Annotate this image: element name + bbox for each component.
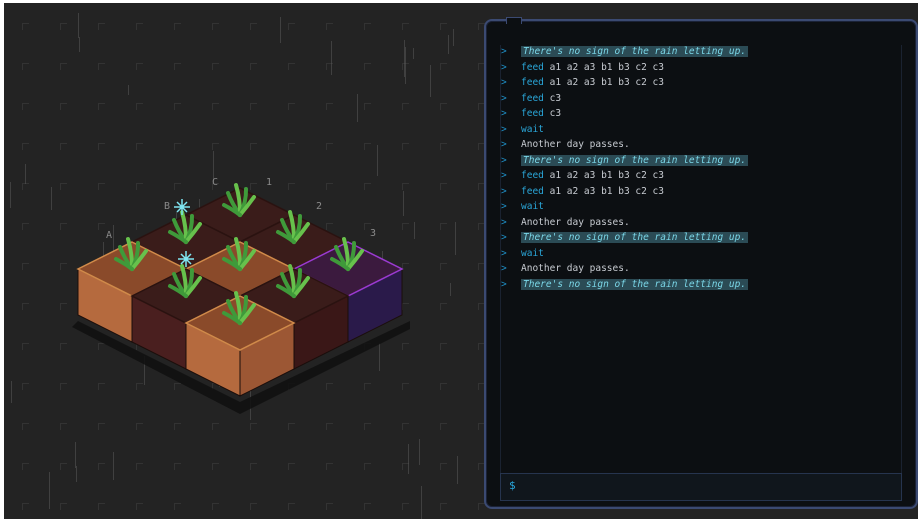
command-args: c3 xyxy=(543,108,562,119)
line-prompt-marker: > xyxy=(501,154,507,166)
line-prompt-marker: > xyxy=(501,123,507,135)
terminal-line: > There's no sign of the rain letting up. xyxy=(501,154,749,168)
command-name: wait xyxy=(521,123,544,135)
terminal-line: > feed c3 xyxy=(501,107,561,121)
line-prompt-marker: > xyxy=(501,92,507,104)
output-text: Another day passes. xyxy=(521,263,630,274)
terminal-line: > Another day passes. xyxy=(501,216,630,230)
row-label-c: C xyxy=(212,177,218,188)
terminal-line: > feed c3 xyxy=(501,92,561,106)
terminal-line: > wait xyxy=(501,123,544,137)
line-prompt-marker: > xyxy=(501,46,507,57)
line-prompt-marker: > xyxy=(501,77,507,88)
row-label-a: A xyxy=(106,230,112,241)
command-name: feed xyxy=(521,92,544,104)
col-label-3: 3 xyxy=(370,228,376,239)
line-prompt-marker: > xyxy=(501,278,507,290)
terminal-line: > There's no sign of the rain letting up. xyxy=(501,45,749,59)
command-args: a1 a2 a3 b1 b3 c2 c3 xyxy=(543,185,664,197)
command-name: feed xyxy=(521,77,544,88)
row-label-b: B xyxy=(164,201,170,212)
command-name: feed xyxy=(521,108,544,119)
terminal-line: > Another day passes. xyxy=(501,138,630,152)
terminal-line: > There's no sign of the rain letting up. xyxy=(501,278,749,292)
line-prompt-marker: > xyxy=(501,263,507,274)
output-text: Another day passes. xyxy=(521,139,630,150)
terminal-notch xyxy=(506,17,522,24)
col-label-1: 1 xyxy=(266,177,272,188)
command-input[interactable] xyxy=(523,477,907,497)
command-name: wait xyxy=(521,201,544,212)
terminal-line: > feed a1 a2 a3 b1 b3 c2 c3 xyxy=(501,61,664,75)
command-args: a1 a2 a3 b1 b3 c2 c3 xyxy=(543,61,664,73)
col-label-2: 2 xyxy=(316,201,322,212)
terminal-panel: > There's no sign of the rain letting up.… xyxy=(484,17,918,509)
input-prompt-symbol: $ xyxy=(509,479,516,492)
line-prompt-marker: > xyxy=(501,139,507,150)
output-text: Another day passes. xyxy=(521,216,630,228)
line-prompt-marker: > xyxy=(501,108,507,119)
line-prompt-marker: > xyxy=(501,170,507,181)
command-args: a1 a2 a3 b1 b3 c2 c3 xyxy=(543,170,664,181)
narration-text: There's no sign of the rain letting up. xyxy=(521,232,749,243)
terminal-input-bar[interactable]: $ xyxy=(500,473,907,501)
line-prompt-marker: > xyxy=(501,201,507,212)
narration-text: There's no sign of the rain letting up. xyxy=(521,46,749,57)
terminal-line: > wait xyxy=(501,200,544,214)
command-name: feed xyxy=(521,170,544,181)
terminal-line: > Another day passes. xyxy=(501,262,630,276)
water-sparkle-icon xyxy=(174,199,190,215)
command-name: feed xyxy=(521,185,544,197)
line-prompt-marker: > xyxy=(501,247,507,259)
terminal-line: > wait xyxy=(501,247,544,261)
line-prompt-marker: > xyxy=(501,61,507,73)
command-name: feed xyxy=(521,61,544,73)
command-args: c3 xyxy=(543,92,562,104)
terminal-line: > feed a1 a2 a3 b1 b3 c2 c3 xyxy=(501,185,664,199)
garden-board: A B C 1 2 3 xyxy=(72,177,410,414)
terminal-line: > feed a1 a2 a3 b1 b3 c2 c3 xyxy=(501,76,664,90)
line-prompt-marker: > xyxy=(501,216,507,228)
narration-text: There's no sign of the rain letting up. xyxy=(521,278,749,290)
command-args: a1 a2 a3 b1 b3 c2 c3 xyxy=(543,77,664,88)
line-prompt-marker: > xyxy=(501,185,507,197)
narration-text: There's no sign of the rain letting up. xyxy=(521,154,749,166)
terminal-output: > There's no sign of the rain letting up.… xyxy=(500,45,902,475)
terminal-line: > There's no sign of the rain letting up. xyxy=(501,231,749,245)
game-viewport: A B C 1 2 3 > There's no sign of the rain lett… xyxy=(4,3,918,519)
line-prompt-marker: > xyxy=(501,232,507,243)
terminal-line: > feed a1 a2 a3 b1 b3 c2 c3 xyxy=(501,169,664,183)
command-name: wait xyxy=(521,247,544,259)
